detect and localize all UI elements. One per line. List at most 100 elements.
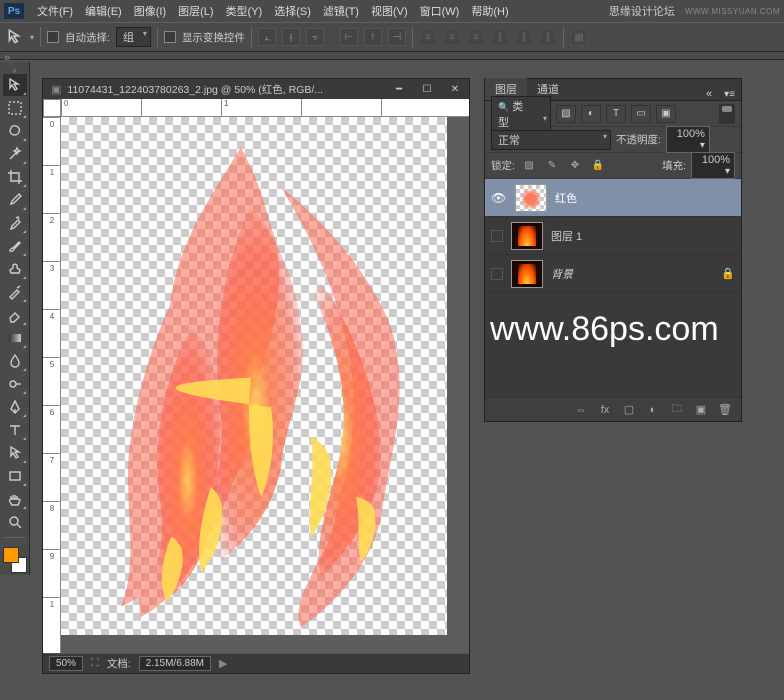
history-brush-tool[interactable] (3, 281, 27, 303)
fill-label: 填充: (662, 158, 686, 173)
menu-filter[interactable]: 滤镜(T) (318, 1, 364, 21)
align-vcenter-icon[interactable]: ⫲ (282, 28, 300, 46)
filter-shape-icon[interactable]: ▭ (631, 105, 651, 123)
opacity-field[interactable]: 100% ▾ (666, 126, 710, 153)
fg-color-swatch[interactable] (3, 547, 19, 563)
visibility-toggle[interactable]: 👁 (491, 191, 507, 205)
chevron-down-icon[interactable]: ▾ (30, 33, 34, 42)
zoom-field[interactable]: 50% (49, 656, 83, 671)
maximize-button[interactable]: ☐ (413, 79, 441, 99)
layer-row[interactable]: 图层 1 (485, 217, 741, 255)
layer-mask-icon[interactable]: ▢ (619, 401, 639, 419)
menu-type[interactable]: 类型(Y) (221, 1, 268, 21)
status-stepper-icon[interactable]: ⛶ (91, 657, 99, 670)
filter-pixel-icon[interactable]: ▧ (556, 105, 576, 123)
dodge-tool[interactable] (3, 373, 27, 395)
layers-panel-footer: ⇔ fx ▢ ◐ 🗀 ▣ 🗑 (485, 397, 741, 421)
layer-row[interactable]: 👁 红色 (485, 179, 741, 217)
delete-layer-icon[interactable]: 🗑 (715, 401, 735, 419)
layers-list: 👁 红色 图层 1 背景 🔒 (485, 179, 741, 397)
menubar: Ps 文件(F) 编辑(E) 图像(I) 图层(L) 类型(Y) 选择(S) 滤… (0, 0, 784, 22)
layer-thumbnail[interactable] (511, 260, 543, 288)
align-top-icon[interactable]: ⫠ (258, 28, 276, 46)
panel-collapse-icon[interactable]: « (700, 88, 718, 100)
link-layers-icon[interactable]: ⇔ (571, 401, 591, 419)
healing-brush-tool[interactable] (3, 212, 27, 234)
ruler-origin[interactable] (43, 99, 61, 117)
marquee-tool[interactable] (3, 97, 27, 119)
blend-mode-dropdown[interactable]: 正常 (491, 130, 611, 150)
auto-select-checkbox[interactable] (47, 31, 59, 43)
pen-tool[interactable] (3, 396, 27, 418)
menu-help[interactable]: 帮助(H) (466, 1, 513, 21)
filter-smart-icon[interactable]: ▣ (656, 105, 676, 123)
layer-filter-row: 🔍 类型 ▧ ◐ T ▭ ▣ (485, 101, 741, 127)
layer-row[interactable]: 背景 🔒 (485, 255, 741, 293)
align-bottom-icon[interactable]: ⫟ (306, 28, 324, 46)
filter-type-icon[interactable]: T (606, 105, 626, 123)
eyedropper-tool[interactable] (3, 189, 27, 211)
visibility-toggle[interactable] (491, 230, 503, 242)
panel-menu-icon[interactable]: ▾≡ (718, 89, 741, 100)
menu-select[interactable]: 选择(S) (269, 1, 316, 21)
hand-tool[interactable] (3, 488, 27, 510)
doc-info-label: 文档: (107, 656, 131, 671)
layer-thumbnail[interactable] (515, 184, 547, 212)
doc-size-field[interactable]: 2.15M/6.88M (139, 656, 211, 671)
layer-filter-type-dropdown[interactable]: 🔍 类型 (491, 96, 551, 132)
menu-image[interactable]: 图像(I) (129, 1, 171, 21)
menu-view[interactable]: 视图(V) (366, 1, 413, 21)
color-picker[interactable] (1, 545, 29, 575)
zoom-tool[interactable] (3, 511, 27, 533)
move-tool[interactable] (3, 74, 27, 96)
crop-tool[interactable] (3, 166, 27, 188)
ruler-vertical[interactable]: 0 1 2 3 4 5 6 7 8 9 1 (43, 117, 61, 653)
filter-adjust-icon[interactable]: ◐ (581, 105, 601, 123)
ps-logo: Ps (4, 3, 24, 19)
tab-handle-icon[interactable]: » (4, 52, 22, 60)
filter-toggle[interactable] (719, 104, 735, 124)
ruler-horizontal[interactable]: 0 1 (61, 99, 469, 117)
auto-select-target-dropdown[interactable]: 组 (116, 27, 151, 47)
forum-name: 思缘设计论坛 (609, 3, 675, 19)
eraser-tool[interactable] (3, 304, 27, 326)
canvas[interactable] (61, 117, 447, 635)
lock-fill-row: 锁定: ▨ ✎ ✥ 🔒 填充: 100% ▾ (485, 153, 741, 179)
close-button[interactable]: ✕ (441, 79, 469, 99)
menu-edit[interactable]: 编辑(E) (80, 1, 127, 21)
fill-field[interactable]: 100% ▾ (691, 152, 735, 179)
layer-name[interactable]: 背景 (551, 266, 713, 282)
type-tool[interactable] (3, 419, 27, 441)
canvas-area[interactable] (61, 117, 469, 653)
lock-transparency-icon[interactable]: ▨ (520, 158, 538, 174)
menu-window[interactable]: 窗口(W) (415, 1, 465, 21)
align-hcenter-icon[interactable]: ⫯ (364, 28, 382, 46)
path-select-tool[interactable] (3, 442, 27, 464)
visibility-toggle[interactable] (491, 268, 503, 280)
gradient-tool[interactable] (3, 327, 27, 349)
new-layer-icon[interactable]: ▣ (691, 401, 711, 419)
lock-position-icon[interactable]: ✥ (566, 158, 584, 174)
align-right-icon[interactable]: ⊣ (388, 28, 406, 46)
lock-all-icon[interactable]: 🔒 (589, 158, 607, 174)
lock-pixels-icon[interactable]: ✎ (543, 158, 561, 174)
magic-wand-tool[interactable] (3, 143, 27, 165)
rectangle-tool[interactable] (3, 465, 27, 487)
document-header[interactable]: ▣ 11074431_122403780263_2.jpg @ 50% (红色,… (43, 79, 469, 99)
layer-name[interactable]: 图层 1 (551, 228, 735, 244)
layer-fx-icon[interactable]: fx (595, 401, 615, 419)
group-layers-icon[interactable]: 🗀 (667, 401, 687, 419)
blur-tool[interactable] (3, 350, 27, 372)
show-transform-checkbox[interactable] (164, 31, 176, 43)
status-arrow-icon[interactable]: ▶ (219, 657, 227, 670)
minimize-button[interactable]: ━ (385, 79, 413, 99)
menu-layer[interactable]: 图层(L) (173, 1, 218, 21)
layer-name[interactable]: 红色 (555, 190, 735, 206)
layer-thumbnail[interactable] (511, 222, 543, 250)
lasso-tool[interactable] (3, 120, 27, 142)
adjustment-layer-icon[interactable]: ◐ (643, 401, 663, 419)
clone-stamp-tool[interactable] (3, 258, 27, 280)
brush-tool[interactable] (3, 235, 27, 257)
menu-file[interactable]: 文件(F) (32, 1, 78, 21)
align-left-icon[interactable]: ⊢ (340, 28, 358, 46)
